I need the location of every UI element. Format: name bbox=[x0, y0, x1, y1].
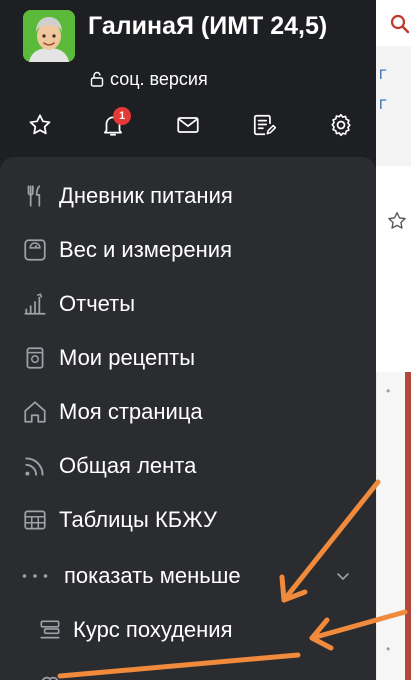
version-label[interactable]: соц. версия bbox=[110, 69, 208, 90]
menu-item-recipes[interactable]: Мои рецепты bbox=[0, 335, 376, 381]
menu-item-label: Общая лента bbox=[59, 453, 197, 478]
menu-item-my-page[interactable]: Моя страница bbox=[0, 389, 376, 435]
background-link-letter: Г bbox=[379, 96, 387, 112]
menu-item-label: Мои рецепты bbox=[59, 345, 196, 370]
menu-item-label: Моя страница bbox=[59, 399, 203, 424]
recipe-jar-icon bbox=[21, 344, 49, 372]
scale-icon bbox=[21, 236, 49, 264]
background-dot: • bbox=[386, 642, 391, 656]
menu-item-feed[interactable]: Общая лента bbox=[0, 443, 376, 489]
notification-badge: 1 bbox=[113, 107, 131, 125]
menu-item-label: Таблицы КБЖУ bbox=[59, 507, 217, 532]
avatar[interactable] bbox=[23, 10, 75, 62]
background-link-letter: Г bbox=[379, 66, 387, 82]
search-icon[interactable] bbox=[390, 14, 410, 34]
home-icon bbox=[21, 398, 49, 426]
fork-knife-icon bbox=[21, 182, 49, 210]
star-icon[interactable] bbox=[386, 210, 408, 232]
rss-feed-icon bbox=[21, 452, 49, 480]
chevron-down-icon bbox=[337, 573, 349, 581]
background-page: Г Г • • bbox=[376, 0, 411, 680]
menu-item-label: Вес и измерения bbox=[59, 237, 232, 262]
table-icon bbox=[21, 506, 49, 534]
messages-button[interactable] bbox=[171, 108, 205, 142]
user-name[interactable]: ГалинаЯ (ИМТ 24,5) bbox=[88, 12, 368, 41]
notes-edit-icon bbox=[253, 114, 277, 136]
menu-item-next[interactable] bbox=[0, 661, 376, 680]
drawer-menu: Дневник питания Вес и измерения Отчеты М… bbox=[0, 157, 376, 680]
menu-item-food-diary[interactable]: Дневник питания bbox=[0, 173, 376, 219]
favorites-button[interactable] bbox=[23, 108, 57, 142]
drawer-header: ГалинаЯ (ИМТ 24,5) соц. версия 1 bbox=[0, 0, 376, 155]
chart-bars-icon bbox=[21, 290, 49, 318]
heart-icon bbox=[36, 670, 64, 680]
menu-item-label: Отчеты bbox=[59, 291, 136, 316]
menu-item-reports[interactable]: Отчеты bbox=[0, 281, 376, 327]
star-icon bbox=[29, 114, 51, 135]
background-dot: • bbox=[386, 384, 391, 398]
menu-item-label: Курс похудения bbox=[73, 617, 233, 642]
gear-icon bbox=[331, 113, 351, 137]
navigation-drawer: ГалинаЯ (ИМТ 24,5) соц. версия 1 Дневник… bbox=[0, 0, 376, 680]
course-stack-icon bbox=[36, 616, 64, 644]
background-accent-bar bbox=[405, 372, 411, 680]
menu-item-weight-loss-course[interactable]: Курс похудения bbox=[0, 607, 376, 653]
notes-button[interactable] bbox=[247, 108, 281, 142]
more-dots-icon bbox=[21, 562, 49, 590]
lock-open-icon bbox=[90, 71, 104, 87]
show-less-toggle[interactable]: показать меньше bbox=[0, 553, 376, 599]
envelope-icon bbox=[177, 117, 199, 133]
menu-item-nutrition-tables[interactable]: Таблицы КБЖУ bbox=[0, 497, 376, 543]
show-less-label: показать меньше bbox=[64, 563, 241, 588]
menu-item-label: Дневник питания bbox=[59, 183, 233, 208]
header-toolbar: 1 bbox=[0, 107, 376, 144]
menu-item-weight[interactable]: Вес и измерения bbox=[0, 227, 376, 273]
settings-button[interactable] bbox=[324, 108, 358, 142]
